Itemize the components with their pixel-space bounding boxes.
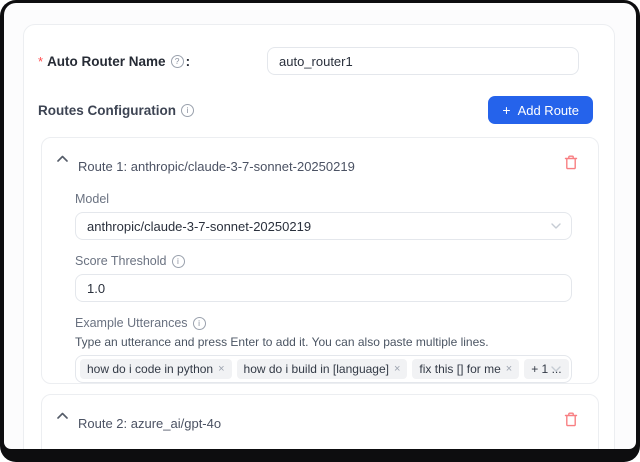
- score-threshold-label: Score Threshold i: [75, 254, 572, 268]
- info-circle-icon[interactable]: i: [172, 255, 185, 268]
- trash-icon: [564, 412, 578, 427]
- utterance-tag: how do i build in [language] ×: [237, 359, 408, 379]
- route-2-title: Route 2: azure_ai/gpt-4o: [78, 416, 221, 431]
- route-1-title: Route 1: anthropic/claude-3-7-sonnet-202…: [78, 159, 355, 174]
- remove-tag-icon[interactable]: ×: [506, 363, 512, 375]
- utterance-tag: how do i code in python ×: [80, 359, 232, 379]
- plus-icon: +: [502, 103, 510, 117]
- delete-route-2-button[interactable]: [564, 412, 578, 427]
- route-1-card: Route 1: anthropic/claude-3-7-sonnet-202…: [41, 137, 599, 384]
- auto-router-name-input[interactable]: [267, 47, 579, 75]
- window-frame: * Auto Router Name ? : Routes Configurat…: [0, 0, 640, 462]
- delete-route-1-button[interactable]: [564, 155, 578, 170]
- add-route-button-label: Add Route: [518, 103, 579, 118]
- remove-tag-icon[interactable]: ×: [394, 363, 400, 375]
- route-2-card: Route 2: azure_ai/gpt-4o: [41, 394, 599, 449]
- chevron-down-icon: [551, 223, 561, 229]
- routes-configuration-label-text: Routes Configuration: [38, 103, 176, 118]
- add-route-button[interactable]: + Add Route: [488, 96, 593, 124]
- route-1-body: Model anthropic/claude-3-7-sonnet-202502…: [42, 192, 598, 383]
- utterances-help-text: Type an utterance and press Enter to add…: [75, 335, 572, 349]
- question-circle-icon[interactable]: ?: [171, 55, 184, 68]
- collapse-caret-icon[interactable]: [57, 412, 68, 419]
- chevron-down-icon: [551, 366, 561, 372]
- required-asterisk: *: [38, 54, 43, 69]
- label-colon: :: [186, 54, 191, 69]
- routes-configuration-row: Routes Configuration i + Add Route: [38, 96, 593, 124]
- remove-tag-icon[interactable]: ×: [218, 363, 224, 375]
- example-utterances-label: Example Utterances i: [75, 316, 572, 330]
- utterances-tags-input[interactable]: how do i code in python × how do i build…: [75, 355, 572, 383]
- auto-router-name-row: * Auto Router Name ? :: [38, 47, 579, 75]
- app-screen: * Auto Router Name ? : Routes Configurat…: [4, 3, 636, 449]
- info-circle-icon[interactable]: i: [193, 317, 206, 330]
- overflow-count-tag[interactable]: + 1 ...: [524, 359, 568, 379]
- auto-router-form-card: * Auto Router Name ? : Routes Configurat…: [23, 24, 615, 449]
- routes-configuration-label: Routes Configuration i: [38, 103, 194, 118]
- auto-router-name-label-text: Auto Router Name: [47, 54, 166, 69]
- utterance-tag: fix this [] for me ×: [412, 359, 519, 379]
- model-select-value: anthropic/claude-3-7-sonnet-20250219: [87, 219, 311, 234]
- model-select[interactable]: anthropic/claude-3-7-sonnet-20250219: [75, 212, 572, 240]
- route-1-header[interactable]: Route 1: anthropic/claude-3-7-sonnet-202…: [42, 138, 598, 174]
- model-label: Model: [75, 192, 572, 206]
- collapse-caret-icon[interactable]: [57, 155, 68, 162]
- trash-icon: [564, 155, 578, 170]
- info-circle-icon[interactable]: i: [181, 104, 194, 117]
- auto-router-name-label: * Auto Router Name ? :: [38, 54, 190, 69]
- route-2-header[interactable]: Route 2: azure_ai/gpt-4o: [42, 395, 598, 431]
- score-threshold-input[interactable]: [75, 274, 572, 302]
